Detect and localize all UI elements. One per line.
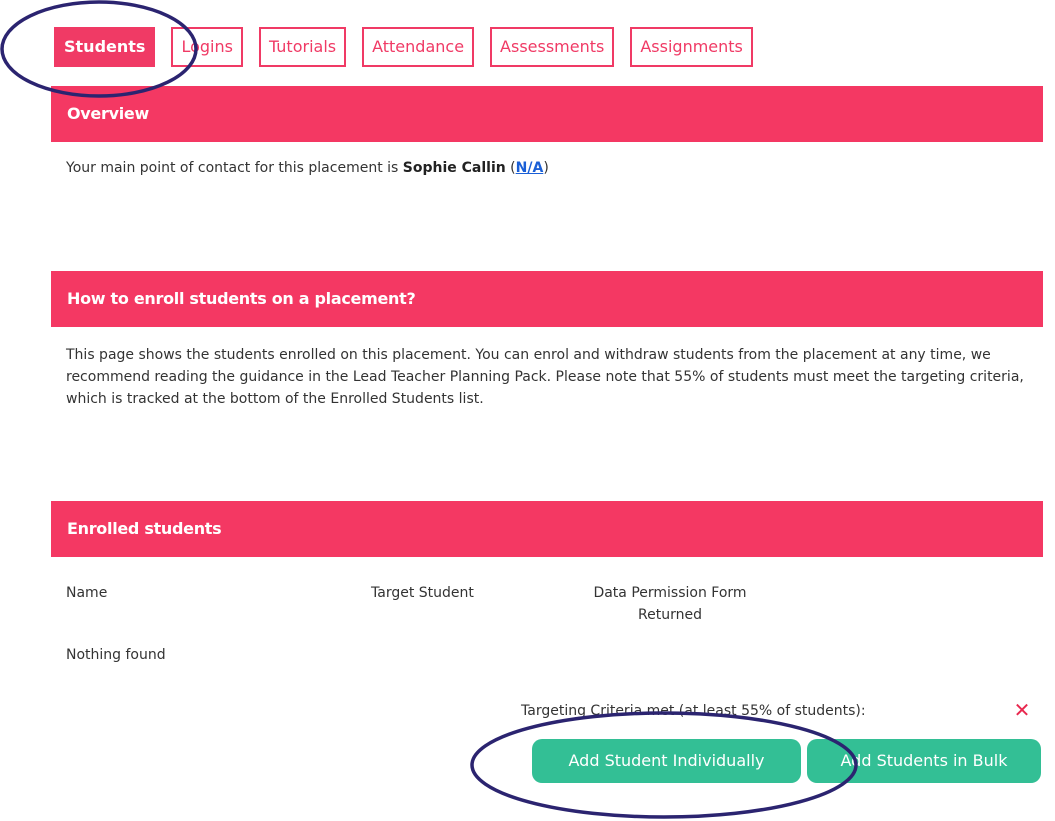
column-header-permission: Data Permission Form Returned [580, 582, 760, 626]
column-header-name: Name [66, 585, 108, 601]
tab-tutorials[interactable]: Tutorials [258, 27, 347, 67]
tab-assessments[interactable]: Assessments [490, 27, 615, 67]
column-header-permission-line2: Returned [638, 607, 702, 623]
overview-header: Overview [51, 86, 1043, 142]
tab-logins[interactable]: Logins [171, 27, 243, 67]
cross-icon: ✕ [1013, 698, 1031, 722]
contact-close-paren: ) [543, 160, 549, 176]
targeting-criteria-text: Targeting Criteria met (at least 55% of … [521, 703, 866, 719]
contact-phone-link[interactable]: N/A [516, 160, 544, 176]
empty-state-text: Nothing found [66, 647, 166, 663]
tab-assignments[interactable]: Assignments [630, 27, 753, 67]
tab-students[interactable]: Students [54, 27, 156, 67]
column-header-permission-line1: Data Permission Form [593, 585, 747, 601]
column-header-target: Target Student [371, 585, 474, 601]
enroll-help-header: How to enroll students on a placement? [51, 271, 1043, 327]
tab-attendance[interactable]: Attendance [362, 27, 475, 67]
enroll-help-text: This page shows the students enrolled on… [66, 347, 1024, 407]
enrolled-header: Enrolled students [51, 501, 1043, 557]
tab-bar: Students Logins Tutorials Attendance Ass… [54, 27, 753, 67]
contact-prefix: Your main point of contact for this plac… [66, 160, 403, 176]
contact-text: Your main point of contact for this plac… [66, 160, 549, 176]
contact-name: Sophie Callin [402, 160, 506, 176]
add-student-individually-button[interactable]: Add Student Individually [532, 739, 801, 783]
add-students-in-bulk-button[interactable]: Add Students in Bulk [807, 739, 1041, 783]
contact-open-paren: ( [505, 160, 516, 176]
